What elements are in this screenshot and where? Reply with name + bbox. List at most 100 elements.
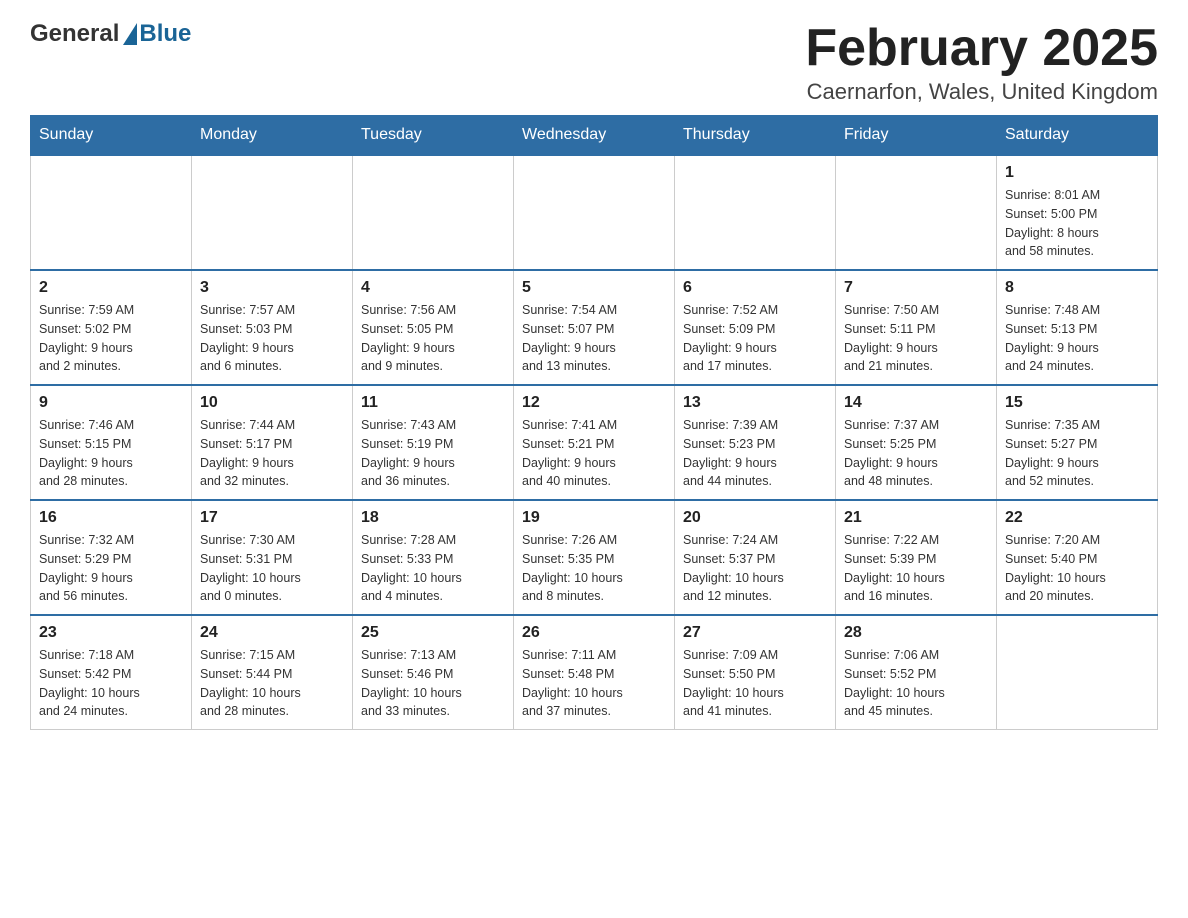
calendar-cell-w4-d7: 22 Sunrise: 7:20 AM Sunset: 5:40 PM Dayli…	[997, 500, 1158, 615]
day-info: Sunrise: 7:57 AM Sunset: 5:03 PM Dayligh…	[200, 301, 344, 376]
calendar-cell-w4-d1: 16 Sunrise: 7:32 AM Sunset: 5:29 PM Dayli…	[31, 500, 192, 615]
day-number: 5	[522, 279, 666, 297]
weekday-header-wednesday: Wednesday	[514, 116, 675, 156]
day-info: Sunrise: 7:43 AM Sunset: 5:19 PM Dayligh…	[361, 416, 505, 491]
day-number: 1	[1005, 164, 1149, 182]
weekday-header-saturday: Saturday	[997, 116, 1158, 156]
calendar-cell-w1-d5	[675, 155, 836, 270]
calendar-cell-w3-d3: 11 Sunrise: 7:43 AM Sunset: 5:19 PM Dayli…	[353, 385, 514, 500]
day-info: Sunrise: 7:26 AM Sunset: 5:35 PM Dayligh…	[522, 531, 666, 606]
day-info: Sunrise: 7:13 AM Sunset: 5:46 PM Dayligh…	[361, 646, 505, 721]
calendar-week-3: 9 Sunrise: 7:46 AM Sunset: 5:15 PM Daylig…	[31, 385, 1158, 500]
day-info: Sunrise: 7:09 AM Sunset: 5:50 PM Dayligh…	[683, 646, 827, 721]
day-info: Sunrise: 7:54 AM Sunset: 5:07 PM Dayligh…	[522, 301, 666, 376]
day-number: 2	[39, 279, 183, 297]
calendar-week-5: 23Sunrise: 7:18 AM Sunset: 5:42 PM Dayli…	[31, 615, 1158, 730]
calendar-cell-w4-d3: 18Sunrise: 7:28 AM Sunset: 5:33 PM Dayli…	[353, 500, 514, 615]
day-info: Sunrise: 7:11 AM Sunset: 5:48 PM Dayligh…	[522, 646, 666, 721]
calendar-cell-w2-d2: 3 Sunrise: 7:57 AM Sunset: 5:03 PM Daylig…	[192, 270, 353, 385]
day-number: 20	[683, 509, 827, 527]
calendar-cell-w3-d6: 14 Sunrise: 7:37 AM Sunset: 5:25 PM Dayli…	[836, 385, 997, 500]
day-number: 6	[683, 279, 827, 297]
calendar-cell-w1-d4	[514, 155, 675, 270]
day-info: Sunrise: 7:48 AM Sunset: 5:13 PM Dayligh…	[1005, 301, 1149, 376]
day-number: 23	[39, 624, 183, 642]
day-info: Sunrise: 7:56 AM Sunset: 5:05 PM Dayligh…	[361, 301, 505, 376]
day-number: 16	[39, 509, 183, 527]
day-number: 25	[361, 624, 505, 642]
calendar-cell-w3-d4: 12 Sunrise: 7:41 AM Sunset: 5:21 PM Dayli…	[514, 385, 675, 500]
title-section: February 2025 Caernarfon, Wales, United …	[805, 20, 1158, 105]
day-number: 4	[361, 279, 505, 297]
calendar-cell-w2-d1: 2 Sunrise: 7:59 AM Sunset: 5:02 PM Daylig…	[31, 270, 192, 385]
logo-general-text: General	[30, 20, 119, 48]
calendar-cell-w4-d6: 21 Sunrise: 7:22 AM Sunset: 5:39 PM Dayli…	[836, 500, 997, 615]
calendar-cell-w1-d6	[836, 155, 997, 270]
day-info: Sunrise: 7:44 AM Sunset: 5:17 PM Dayligh…	[200, 416, 344, 491]
calendar-cell-w5-d3: 25 Sunrise: 7:13 AM Sunset: 5:46 PM Dayli…	[353, 615, 514, 730]
calendar-cell-w4-d4: 19 Sunrise: 7:26 AM Sunset: 5:35 PM Dayli…	[514, 500, 675, 615]
day-info: Sunrise: 7:46 AM Sunset: 5:15 PM Dayligh…	[39, 416, 183, 491]
calendar-cell-w2-d5: 6 Sunrise: 7:52 AM Sunset: 5:09 PM Daylig…	[675, 270, 836, 385]
day-number: 19	[522, 509, 666, 527]
weekday-header-sunday: Sunday	[31, 116, 192, 156]
day-number: 7	[844, 279, 988, 297]
calendar-cell-w2-d6: 7 Sunrise: 7:50 AM Sunset: 5:11 PM Daylig…	[836, 270, 997, 385]
day-number: 14	[844, 394, 988, 412]
day-number: 12	[522, 394, 666, 412]
calendar-cell-w3-d2: 10 Sunrise: 7:44 AM Sunset: 5:17 PM Dayli…	[192, 385, 353, 500]
page-header: General Blue February 2025 Caernarfon, W…	[30, 20, 1158, 105]
day-number: 21	[844, 509, 988, 527]
calendar-cell-w1-d2	[192, 155, 353, 270]
day-info: Sunrise: 7:06 AM Sunset: 5:52 PM Dayligh…	[844, 646, 988, 721]
calendar-location: Caernarfon, Wales, United Kingdom	[805, 79, 1158, 105]
day-number: 18	[361, 509, 505, 527]
day-number: 10	[200, 394, 344, 412]
calendar-table: SundayMondayTuesdayWednesdayThursdayFrid…	[30, 115, 1158, 730]
logo: General Blue	[30, 20, 191, 48]
weekday-header-monday: Monday	[192, 116, 353, 156]
calendar-cell-w4-d2: 17 Sunrise: 7:30 AM Sunset: 5:31 PM Dayli…	[192, 500, 353, 615]
day-number: 15	[1005, 394, 1149, 412]
day-info: Sunrise: 7:39 AM Sunset: 5:23 PM Dayligh…	[683, 416, 827, 491]
day-info: Sunrise: 8:01 AM Sunset: 5:00 PM Dayligh…	[1005, 186, 1149, 261]
day-number: 3	[200, 279, 344, 297]
calendar-cell-w5-d5: 27 Sunrise: 7:09 AM Sunset: 5:50 PM Dayli…	[675, 615, 836, 730]
day-info: Sunrise: 7:50 AM Sunset: 5:11 PM Dayligh…	[844, 301, 988, 376]
day-number: 17	[200, 509, 344, 527]
day-info: Sunrise: 7:20 AM Sunset: 5:40 PM Dayligh…	[1005, 531, 1149, 606]
calendar-cell-w1-d3	[353, 155, 514, 270]
day-info: Sunrise: 7:15 AM Sunset: 5:44 PM Dayligh…	[200, 646, 344, 721]
day-info: Sunrise: 7:59 AM Sunset: 5:02 PM Dayligh…	[39, 301, 183, 376]
calendar-cell-w3-d5: 13 Sunrise: 7:39 AM Sunset: 5:23 PM Dayli…	[675, 385, 836, 500]
day-info: Sunrise: 7:52 AM Sunset: 5:09 PM Dayligh…	[683, 301, 827, 376]
day-info: Sunrise: 7:35 AM Sunset: 5:27 PM Dayligh…	[1005, 416, 1149, 491]
calendar-cell-w2-d4: 5 Sunrise: 7:54 AM Sunset: 5:07 PM Daylig…	[514, 270, 675, 385]
logo-triangle-icon	[123, 23, 137, 45]
day-number: 27	[683, 624, 827, 642]
day-info: Sunrise: 7:41 AM Sunset: 5:21 PM Dayligh…	[522, 416, 666, 491]
day-number: 13	[683, 394, 827, 412]
calendar-cell-w5-d6: 28 Sunrise: 7:06 AM Sunset: 5:52 PM Dayli…	[836, 615, 997, 730]
calendar-week-4: 16 Sunrise: 7:32 AM Sunset: 5:29 PM Dayli…	[31, 500, 1158, 615]
day-number: 9	[39, 394, 183, 412]
day-info: Sunrise: 7:37 AM Sunset: 5:25 PM Dayligh…	[844, 416, 988, 491]
day-number: 22	[1005, 509, 1149, 527]
day-number: 11	[361, 394, 505, 412]
calendar-cell-w4-d5: 20 Sunrise: 7:24 AM Sunset: 5:37 PM Dayli…	[675, 500, 836, 615]
calendar-title: February 2025	[805, 20, 1158, 77]
day-info: Sunrise: 7:30 AM Sunset: 5:31 PM Dayligh…	[200, 531, 344, 606]
day-number: 26	[522, 624, 666, 642]
day-info: Sunrise: 7:24 AM Sunset: 5:37 PM Dayligh…	[683, 531, 827, 606]
day-number: 28	[844, 624, 988, 642]
calendar-cell-w2-d3: 4 Sunrise: 7:56 AM Sunset: 5:05 PM Daylig…	[353, 270, 514, 385]
weekday-header-row: SundayMondayTuesdayWednesdayThursdayFrid…	[31, 116, 1158, 156]
day-number: 8	[1005, 279, 1149, 297]
weekday-header-tuesday: Tuesday	[353, 116, 514, 156]
day-info: Sunrise: 7:32 AM Sunset: 5:29 PM Dayligh…	[39, 531, 183, 606]
day-info: Sunrise: 7:22 AM Sunset: 5:39 PM Dayligh…	[844, 531, 988, 606]
day-number: 24	[200, 624, 344, 642]
calendar-cell-w5-d7	[997, 615, 1158, 730]
calendar-cell-w1-d1	[31, 155, 192, 270]
calendar-cell-w5-d4: 26 Sunrise: 7:11 AM Sunset: 5:48 PM Dayli…	[514, 615, 675, 730]
